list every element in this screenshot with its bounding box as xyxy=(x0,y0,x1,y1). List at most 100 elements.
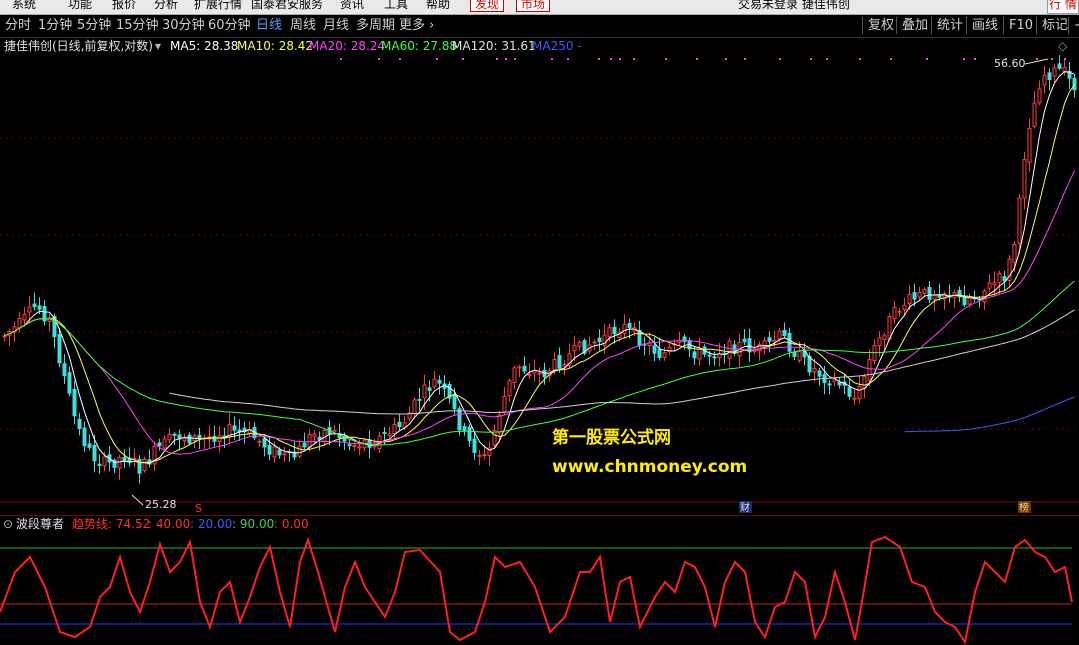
menu-item-4[interactable]: 扩展行情 xyxy=(194,0,242,11)
candle-body xyxy=(562,363,567,367)
candle-body xyxy=(422,384,427,399)
candle-body xyxy=(692,351,697,359)
menu-item-1[interactable]: 功能 xyxy=(68,0,92,11)
candle-body xyxy=(167,433,172,441)
candle-body xyxy=(997,273,1002,283)
candle-body xyxy=(1012,244,1017,263)
candle-body xyxy=(597,337,602,343)
candle-body xyxy=(507,380,512,397)
candle-body xyxy=(922,288,927,294)
signal-dot xyxy=(462,58,464,60)
menu-item-5[interactable]: 国泰君安服务 xyxy=(251,0,323,11)
tab-period-7[interactable]: 周线 xyxy=(290,15,316,37)
tab-period-0[interactable]: 分时 xyxy=(5,15,31,37)
candle-body xyxy=(792,351,797,357)
candle-body xyxy=(627,322,632,328)
menu-item-3[interactable]: 分析 xyxy=(154,0,178,11)
tab-period-10[interactable]: 更多 › xyxy=(399,15,434,37)
candle-body xyxy=(142,459,147,472)
candle-body xyxy=(987,282,992,289)
menu-item-0[interactable]: 系统 xyxy=(12,0,36,11)
ma20-value: MA20: 28.24 xyxy=(309,39,386,53)
toolbar-button-1[interactable]: 叠加 xyxy=(896,17,933,34)
candle-body xyxy=(397,421,402,428)
candle-body xyxy=(1057,63,1062,69)
candle-body xyxy=(277,449,282,456)
ma5-value: MA5: 28.38 xyxy=(170,39,239,53)
toolbar-button-2[interactable]: 统计 xyxy=(931,17,968,34)
candle-body xyxy=(17,317,22,329)
menu-item-6[interactable]: 资讯 xyxy=(340,0,364,11)
toolbar-button-0[interactable]: 复权 xyxy=(862,17,899,34)
candle-body xyxy=(742,338,747,343)
candle-body xyxy=(527,373,532,376)
s-marker: S xyxy=(195,502,202,515)
signal-dot xyxy=(633,58,635,60)
menu-highlight-1[interactable]: 市场 xyxy=(516,0,551,12)
candle-body xyxy=(712,356,717,359)
level-40-value: : 40.00 xyxy=(148,517,191,531)
candle-body xyxy=(932,294,937,300)
candle-body xyxy=(497,414,502,434)
candle-body xyxy=(612,326,617,335)
indicator-name[interactable]: 波段尊者 xyxy=(16,516,64,532)
candle-body xyxy=(1027,127,1032,163)
candlestick-chart[interactable]: 56.60 25.28 S 财 榜 xyxy=(0,55,1079,515)
quote-corner-button[interactable]: 行 情 xyxy=(1047,0,1079,14)
signal-dot xyxy=(744,58,746,60)
candle-body xyxy=(502,395,507,413)
candle-body xyxy=(517,366,522,369)
menu-item-8[interactable]: 帮助 xyxy=(426,0,450,11)
signal-dot xyxy=(779,58,781,60)
signal-dot xyxy=(551,58,553,60)
toolbar-button-3[interactable]: 画线 xyxy=(966,17,1003,34)
tab-period-3[interactable]: 15分钟 xyxy=(116,15,159,37)
tab-period-6[interactable]: 日线 xyxy=(256,15,282,37)
candle-body xyxy=(297,445,302,457)
menu-item-7[interactable]: 工具 xyxy=(384,0,408,11)
candle-body xyxy=(77,418,82,430)
candle-body xyxy=(1042,74,1047,86)
candle-body xyxy=(82,427,87,447)
candle-body xyxy=(272,446,277,458)
tab-period-5[interactable]: 60分钟 xyxy=(208,15,251,37)
candle-body xyxy=(437,379,442,384)
candle-body xyxy=(902,304,907,311)
dropdown-icon[interactable]: ▾ xyxy=(155,38,161,54)
signal-dot xyxy=(1064,58,1066,60)
candle-body xyxy=(392,423,397,435)
candle-body xyxy=(372,444,377,448)
candle-body xyxy=(157,442,162,447)
candle-body xyxy=(577,341,582,348)
candle-body xyxy=(182,438,187,442)
indicator-dropdown-icon[interactable]: ⊙ xyxy=(3,516,13,532)
trend-line-value: 趋势线: 74.52 xyxy=(72,517,151,531)
ma250-line xyxy=(904,396,1075,433)
signal-dot xyxy=(598,58,600,60)
candle-body xyxy=(27,306,32,313)
tab-period-1[interactable]: 1分钟 xyxy=(38,15,72,37)
tab-period-2[interactable]: 5分钟 xyxy=(77,15,111,37)
candle-body xyxy=(132,457,137,460)
signal-dot xyxy=(436,58,438,60)
candle-body xyxy=(307,433,312,448)
candle-body xyxy=(212,435,217,442)
toolbar-button-6[interactable]: + xyxy=(1068,17,1079,34)
stock-title[interactable]: 捷佳伟创(日线,前复权,对数) xyxy=(4,38,153,54)
candle-body xyxy=(357,446,362,449)
candle-body xyxy=(992,282,997,286)
candle-body xyxy=(347,444,352,447)
tab-period-4[interactable]: 30分钟 xyxy=(162,15,205,37)
level-20-value: : 20.00 xyxy=(190,517,233,531)
candle-body xyxy=(857,386,862,400)
menu-highlight-0[interactable]: 发现 xyxy=(470,0,505,12)
tab-period-8[interactable]: 月线 xyxy=(323,15,349,37)
toolbar-button-4[interactable]: F10 xyxy=(1003,17,1038,34)
candle-body xyxy=(482,454,487,457)
indicator-chart[interactable] xyxy=(0,532,1079,645)
signal-dot xyxy=(859,58,861,60)
candle-body xyxy=(1032,102,1037,127)
menu-item-2[interactable]: 报价 xyxy=(112,0,136,11)
diamond-icon[interactable]: ◇ xyxy=(1058,38,1067,54)
tab-period-9[interactable]: 多周期 xyxy=(356,15,395,37)
